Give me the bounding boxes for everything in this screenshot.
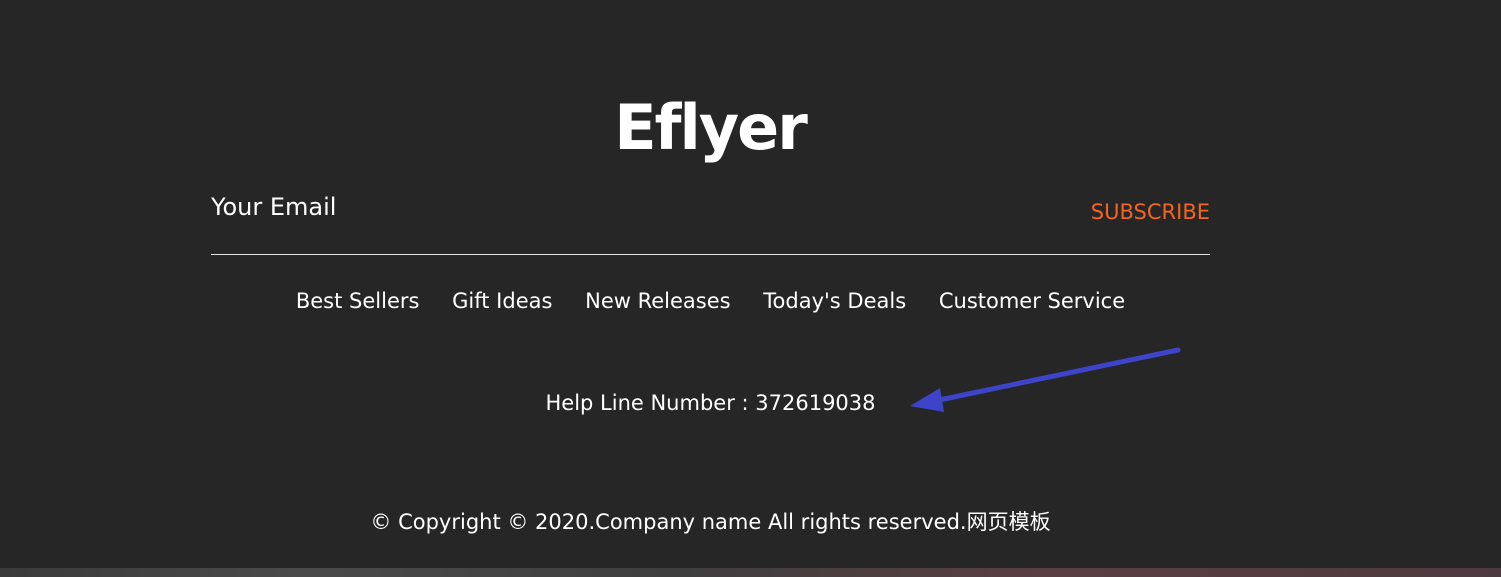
nav-link-todays-deals[interactable]: Today's Deals [763,289,906,313]
footer-section: Eflyer SUBSCRIBE Best Sellers Gift Ideas… [0,0,1501,568]
nav-link-new-releases[interactable]: New Releases [585,289,730,313]
page-bottom-edge [0,568,1501,577]
email-input[interactable] [211,186,911,228]
copyright-text: © Copyright © 2020.Company name All righ… [370,510,1051,534]
newsletter-form: SUBSCRIBE [211,186,1210,255]
subscribe-button[interactable]: SUBSCRIBE [1091,200,1210,224]
brand-logo[interactable]: Eflyer [560,88,860,168]
arrow-left-icon [910,347,1181,412]
nav-link-customer-service[interactable]: Customer Service [939,289,1125,313]
nav-link-gift-ideas[interactable]: Gift Ideas [452,289,552,313]
footer-nav: Best Sellers Gift Ideas New Releases Tod… [211,289,1210,313]
nav-link-best-sellers[interactable]: Best Sellers [296,289,420,313]
